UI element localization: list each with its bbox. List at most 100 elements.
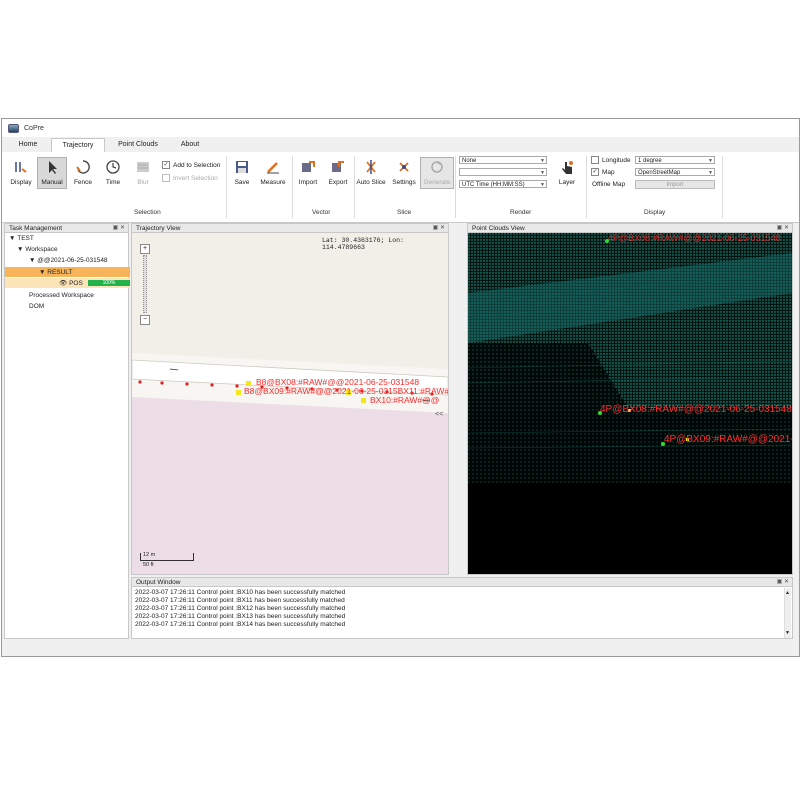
invert-selection-checkbox[interactable]: Invert Selection <box>162 174 218 182</box>
generate-button[interactable]: Generate <box>420 157 454 189</box>
dock-icon[interactable]: ▣ ✕ <box>777 578 789 587</box>
expand-arrow-icon[interactable]: ▼ <box>39 269 47 276</box>
expand-arrow-icon[interactable]: ▼ <box>17 246 25 253</box>
blur-button[interactable]: Blur <box>130 158 156 186</box>
map-provider-select[interactable]: OpenStreetMap ▼ <box>635 168 715 176</box>
export-button[interactable]: Export <box>324 158 352 186</box>
tree-pos-label: POS <box>69 279 83 287</box>
longitude-interval-value: 1 degree <box>638 158 662 164</box>
tree-node-pos[interactable]: 👁 POS 100% <box>5 278 130 288</box>
time-button[interactable]: Time <box>100 158 126 186</box>
hand-pointer-icon <box>558 158 576 176</box>
generate-icon <box>428 158 446 176</box>
blur-label: Blur <box>137 179 149 186</box>
fence-button[interactable]: Fence <box>70 158 96 186</box>
point-cloud-label: 4P@BX08:#RAW#@@2021-06-25-031548 <box>608 233 781 243</box>
slice-group-label: Slice <box>397 209 412 216</box>
export-label: Export <box>328 179 348 186</box>
log-line: 2022-03-07 17:26:11 Control point :BX11 … <box>135 597 345 604</box>
tab-point-clouds[interactable]: Point Clouds <box>108 138 168 152</box>
map-checkbox[interactable]: ✓ Map <box>591 168 615 176</box>
tree-node-dom[interactable]: DOM <box>29 303 44 310</box>
save-icon <box>233 158 251 176</box>
checkbox-icon <box>162 174 170 182</box>
tree-node-root[interactable]: ▼ TEST <box>9 235 34 242</box>
manual-label: Manual <box>41 179 63 186</box>
dock-icon[interactable]: ▣ ✕ <box>113 224 125 233</box>
expand-arrow-icon[interactable]: ▼ <box>9 235 17 242</box>
trajectory-view-title: Trajectory View <box>136 225 181 232</box>
trajectory-map[interactable]: Lat: 30.4363176; Lon: 114.4789663 + − B8… <box>132 233 448 574</box>
app-logo-icon <box>8 123 19 133</box>
render-select-primary-value: None <box>462 158 477 164</box>
manual-button[interactable]: Manual <box>37 157 67 189</box>
tree-dom-label: DOM <box>29 303 45 310</box>
slice-settings-button[interactable]: Settings <box>390 158 418 186</box>
scale-meters: 12 m <box>143 552 156 558</box>
zoom-out-button[interactable]: − <box>140 315 150 325</box>
export-icon <box>329 158 347 176</box>
import-icon <box>299 158 317 176</box>
zoom-in-button[interactable]: + <box>140 244 150 254</box>
add-to-selection-checkbox[interactable]: ✓ Add to Selection <box>162 161 220 169</box>
render-select-primary[interactable]: None ▼ <box>459 156 547 164</box>
eye-icon[interactable]: 👁 <box>59 279 69 287</box>
zoom-slider[interactable] <box>143 255 147 313</box>
divider <box>455 156 456 218</box>
panel-header: Point Clouds View ▣ ✕ <box>468 224 792 233</box>
fence-icon <box>74 158 92 176</box>
tab-about[interactable]: About <box>168 138 212 152</box>
collapse-panel-button[interactable]: << <box>435 411 443 418</box>
auto-slice-label: Auto Slice <box>356 179 386 186</box>
output-window-title: Output Window <box>136 579 181 586</box>
divider <box>586 156 587 218</box>
checkbox-checked-icon: ✓ <box>591 168 599 176</box>
time-label: Time <box>105 179 121 186</box>
scroll-down-icon[interactable]: ▼ <box>785 630 790 636</box>
longitude-interval-select[interactable]: 1 degree ▼ <box>635 156 715 164</box>
output-window-panel: Output Window ▣ ✕ 2022-03-07 17:26:11 Co… <box>131 577 793 639</box>
offline-map-import-button[interactable]: Import <box>635 180 715 189</box>
tree-node-processed-workspace[interactable]: Processed Workspace <box>29 292 94 299</box>
divider <box>354 156 355 218</box>
layer-button[interactable]: Layer <box>555 158 579 186</box>
panel-header: Trajectory View ▣ ✕ <box>132 224 448 233</box>
dock-icon[interactable]: ▣ ✕ <box>433 224 445 233</box>
tree-node-result[interactable]: ▼ RESULT <box>5 267 130 277</box>
measure-icon <box>264 158 282 176</box>
point-cloud-canvas[interactable]: 4P@BX08:#RAW#@@2021-06-25-031548 4P@BX08… <box>468 233 792 574</box>
dock-icon[interactable]: ▣ ✕ <box>777 224 789 233</box>
render-time-format-select[interactable]: UTC Time (HH:MM:SS) ▼ <box>459 180 547 188</box>
output-scrollbar[interactable]: ▲ ▼ <box>784 588 791 638</box>
measure-button[interactable]: Measure <box>258 158 288 186</box>
tree-node-dataset[interactable]: ▼ @@2021-06-25-031548 <box>29 257 108 264</box>
scale-feet: 50 ft <box>143 562 154 568</box>
longitude-checkbox[interactable]: Longitude <box>591 156 631 164</box>
point-cloud-label: 4P@BX08:#RAW#@@2021-06-25-031548 <box>600 404 792 415</box>
display-label: Display <box>10 179 32 186</box>
import-label: Import <box>298 179 318 186</box>
ribbon-tabs: Home Trajectory Point Clouds About <box>2 137 799 153</box>
scroll-up-icon[interactable]: ▲ <box>785 590 790 596</box>
display-button[interactable]: Display <box>8 158 34 186</box>
import-button[interactable]: Import <box>294 158 322 186</box>
map-provider-value: OpenStreetMap <box>638 170 681 176</box>
layer-label: Layer <box>558 179 576 186</box>
chevron-down-icon: ▼ <box>708 170 713 176</box>
blur-icon <box>134 158 152 176</box>
tab-home[interactable]: Home <box>8 138 48 152</box>
auto-slice-button[interactable]: Auto Slice <box>356 158 386 186</box>
render-select-secondary[interactable]: ▼ <box>459 168 547 176</box>
title-bar: CoPre <box>2 119 799 137</box>
save-button[interactable]: Save <box>230 158 254 186</box>
ribbon: Display Manual Fence Time Blur ✓ Add to … <box>2 152 799 223</box>
trajectory-view-panel: Trajectory View ▣ ✕ Lat: 30.4363176; Lon… <box>131 223 449 575</box>
tree-workspace-label: Workspace <box>25 246 58 253</box>
window-title: CoPre <box>24 124 44 132</box>
generate-label: Generate <box>423 179 451 186</box>
map-label: Map <box>602 168 615 176</box>
vector-group-label: Vector <box>312 209 331 216</box>
expand-arrow-icon[interactable]: ▼ <box>29 257 37 264</box>
tab-trajectory[interactable]: Trajectory <box>51 138 105 153</box>
tree-node-workspace[interactable]: ▼ Workspace <box>17 246 58 253</box>
